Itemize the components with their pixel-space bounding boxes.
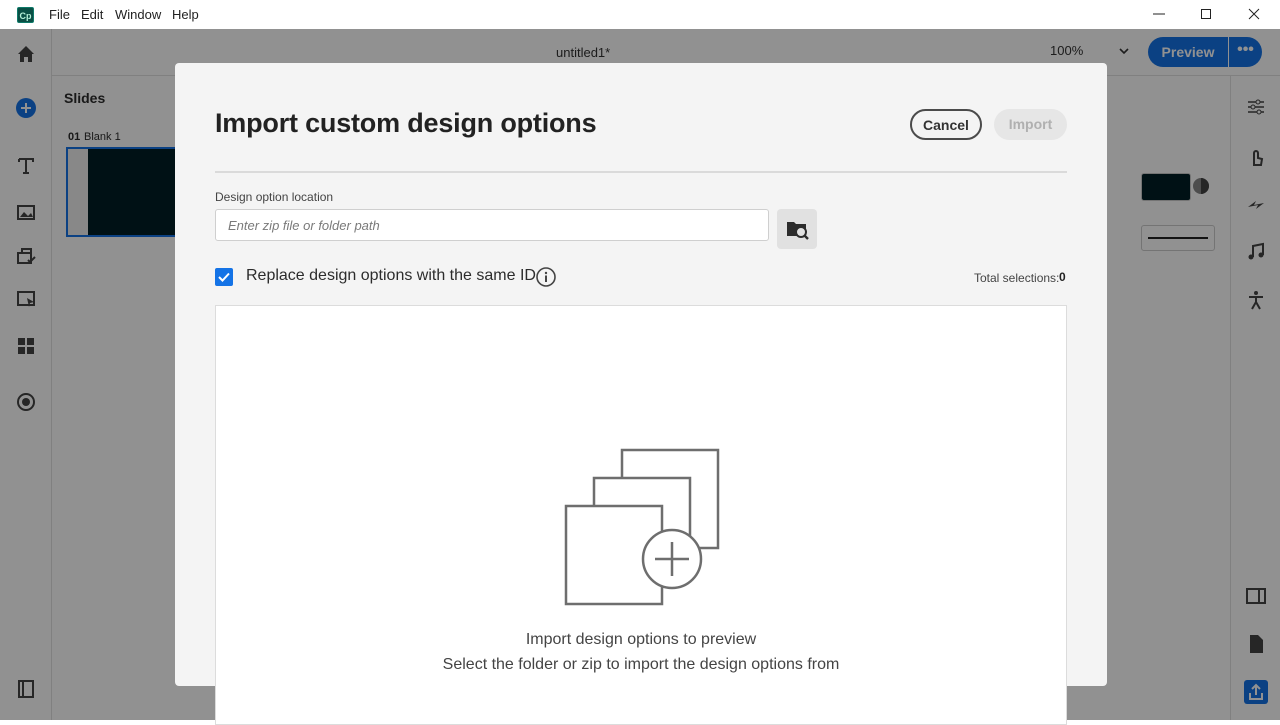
folder-search-icon bbox=[787, 222, 809, 240]
checkmark-icon bbox=[218, 272, 230, 282]
browse-button[interactable] bbox=[777, 209, 817, 249]
location-label: Design option location bbox=[215, 190, 334, 204]
import-design-options-dialog: Import custom design options Cancel Impo… bbox=[175, 63, 1107, 725]
dialog-title: Import custom design options bbox=[215, 108, 597, 138]
replace-label: Replace design options with the same ID bbox=[246, 267, 536, 284]
cancel-button[interactable]: Cancel bbox=[910, 109, 982, 140]
replace-checkbox[interactable] bbox=[215, 268, 233, 286]
dialog-divider bbox=[215, 171, 1067, 173]
total-selections-count: 0 bbox=[1059, 270, 1066, 284]
menu-window[interactable]: Window bbox=[115, 7, 161, 22]
import-design-options-illustration bbox=[564, 448, 720, 606]
design-options-preview-area: Import design options to preview Select … bbox=[215, 305, 1067, 725]
menu-edit[interactable]: Edit bbox=[81, 7, 103, 22]
close-icon[interactable] bbox=[1246, 6, 1262, 22]
empty-state-title: Import design options to preview bbox=[525, 631, 757, 648]
maximize-icon[interactable] bbox=[1198, 6, 1214, 22]
location-path-input[interactable] bbox=[215, 209, 769, 241]
empty-state-subtitle: Select the folder or zip to import the d… bbox=[442, 656, 840, 673]
total-selections-label: Total selections: bbox=[974, 271, 1060, 285]
menu-file[interactable]: File bbox=[49, 7, 70, 22]
menu-help[interactable]: Help bbox=[172, 7, 199, 22]
import-button[interactable]: Import bbox=[994, 109, 1067, 140]
minimize-icon[interactable] bbox=[1151, 6, 1167, 22]
title-bar: Cp File Edit Window Help bbox=[0, 0, 1280, 30]
app-logo: Cp bbox=[17, 7, 34, 23]
info-icon[interactable] bbox=[535, 266, 557, 288]
